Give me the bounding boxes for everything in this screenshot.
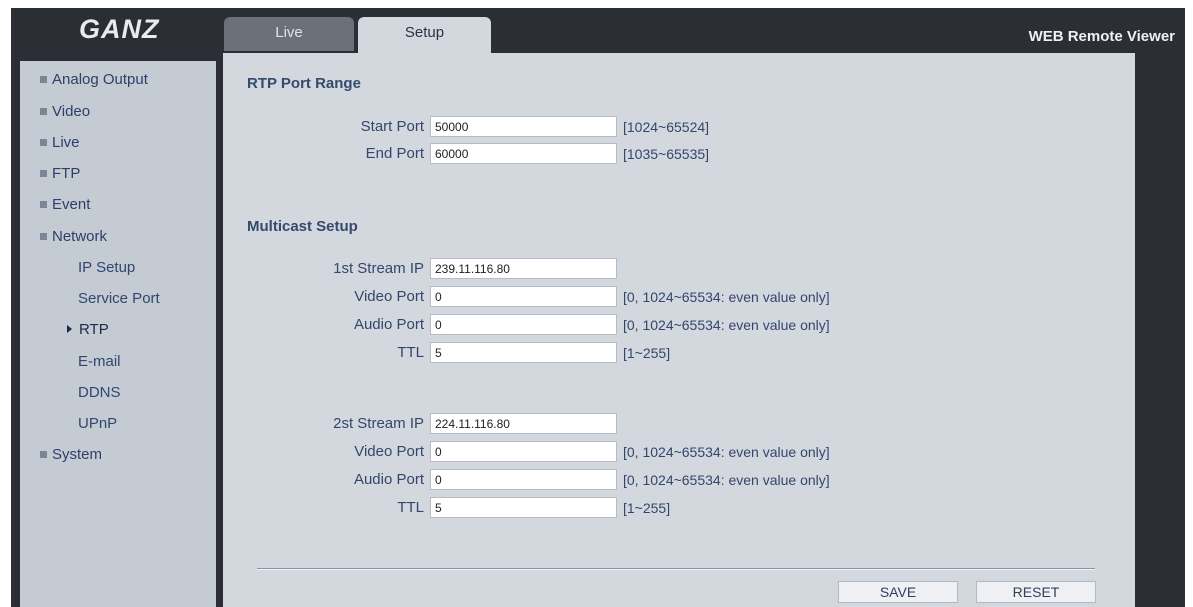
app-window: GANZ Live Setup WEB Remote Viewer Analog… xyxy=(11,8,1185,607)
end-port-hint: [1035~65535] xyxy=(623,146,710,162)
sidebar-item-video[interactable]: Video xyxy=(40,103,90,120)
sidebar-item-label: Analog Output xyxy=(52,71,148,88)
viewer-title: WEB Remote Viewer xyxy=(1028,28,1175,45)
tab-setup[interactable]: Setup xyxy=(358,17,491,53)
sidebar-item-label: Live xyxy=(52,134,80,151)
stream2-ttl-label: TTL xyxy=(397,499,424,516)
sidebar-item-network[interactable]: Network xyxy=(40,228,107,245)
stream2-audio-port-hint: [0, 1024~65534: even value only] xyxy=(623,472,830,488)
sidebar-item-label: Network xyxy=(52,228,108,245)
stream2-ip-input[interactable] xyxy=(430,413,617,434)
triangle-right-icon xyxy=(67,325,72,333)
sidebar-subitem-ip-setup[interactable]: IP Setup xyxy=(78,259,135,276)
stream1-video-port-hint: [0, 1024~65534: even value only] xyxy=(623,289,830,305)
sidebar-subitem-service-port[interactable]: Service Port xyxy=(78,290,160,307)
stream1-ip-input[interactable] xyxy=(430,258,617,279)
stream2-video-port-label: Video Port xyxy=(354,443,424,460)
end-port-label: End Port xyxy=(365,145,424,162)
multicast-setup-title: Multicast Setup xyxy=(247,218,358,235)
tab-live[interactable]: Live xyxy=(224,17,354,51)
sidebar-item-label: FTP xyxy=(52,165,81,182)
stream1-ip-label: 1st Stream IP xyxy=(333,260,424,277)
sidebar-item-live[interactable]: Live xyxy=(40,134,80,151)
stream1-ttl-label: TTL xyxy=(397,344,424,361)
stream1-video-port-label: Video Port xyxy=(354,288,424,305)
stream1-video-port-input[interactable] xyxy=(430,286,617,307)
bullet-icon xyxy=(40,232,47,240)
sidebar-subitem-ddns[interactable]: DDNS xyxy=(78,384,121,401)
start-port-input[interactable] xyxy=(430,116,617,137)
stream1-audio-port-label: Audio Port xyxy=(353,316,424,333)
sidebar-item-event[interactable]: Event xyxy=(40,196,90,213)
divider xyxy=(257,568,1095,570)
bullet-icon xyxy=(40,138,47,146)
stream1-ttl-hint: [1~255] xyxy=(623,345,671,361)
stream2-ttl-input[interactable] xyxy=(430,497,617,518)
sidebar-item-label: Event xyxy=(52,196,91,213)
sidebar-subitem-upnp[interactable]: UPnP xyxy=(78,415,117,432)
setup-panel: RTP Port Range Start Port [1024~65524] E… xyxy=(223,53,1135,607)
ganz-logo: GANZ xyxy=(79,14,160,44)
sidebar-item-label: Video xyxy=(52,103,91,120)
sidebar-item-analog-output[interactable]: Analog Output xyxy=(40,71,148,88)
sidebar-subitem-rtp[interactable]: RTP xyxy=(67,321,109,338)
stream2-audio-port-input[interactable] xyxy=(430,469,617,490)
bullet-icon xyxy=(40,107,47,115)
bullet-icon xyxy=(40,450,47,458)
sidebar-subitem-label: RTP xyxy=(79,321,109,338)
sidebar-item-ftp[interactable]: FTP xyxy=(40,165,80,182)
stream2-video-port-hint: [0, 1024~65534: even value only] xyxy=(623,444,830,460)
end-port-input[interactable] xyxy=(430,143,617,164)
sidebar-item-label: System xyxy=(52,446,103,463)
stream2-ttl-hint: [1~255] xyxy=(623,500,671,516)
stream1-ttl-input[interactable] xyxy=(430,342,617,363)
sidebar-subitem-email[interactable]: E-mail xyxy=(78,353,121,370)
rtp-port-range-title: RTP Port Range xyxy=(247,75,361,92)
stream2-video-port-input[interactable] xyxy=(430,441,617,462)
stream1-audio-port-input[interactable] xyxy=(430,314,617,335)
bullet-icon xyxy=(40,200,47,208)
stream1-audio-port-hint: [0, 1024~65534: even value only] xyxy=(623,317,830,333)
reset-button[interactable]: RESET xyxy=(976,581,1096,603)
save-button[interactable]: SAVE xyxy=(838,581,958,603)
start-port-hint: [1024~65524] xyxy=(623,119,710,135)
sidebar-menu: Analog Output Video Live FTP Event Netwo… xyxy=(20,61,216,607)
bullet-icon xyxy=(40,75,47,83)
stream2-audio-port-label: Audio Port xyxy=(353,471,424,488)
stream2-ip-label: 2st Stream IP xyxy=(333,415,424,432)
sidebar-item-system[interactable]: System xyxy=(40,446,102,463)
start-port-label: Start Port xyxy=(360,118,424,135)
bullet-icon xyxy=(40,169,47,177)
